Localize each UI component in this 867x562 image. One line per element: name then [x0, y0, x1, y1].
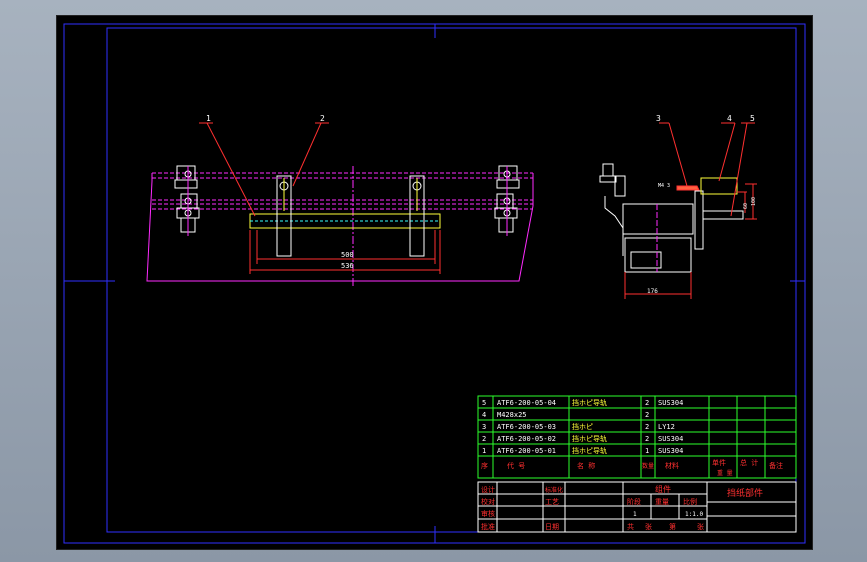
svg-text:校对: 校对 — [481, 497, 495, 506]
svg-text:比例: 比例 — [683, 497, 697, 506]
dim-500: 500 — [341, 251, 354, 259]
bom-row: 5 ATF6-200-05-04 挡ホピ导轨 2 SUS304 — [482, 398, 683, 407]
balloon-4: 4 — [727, 114, 732, 123]
svg-text:SUS304: SUS304 — [658, 435, 683, 443]
leader-1 — [206, 122, 256, 217]
svg-text:挡ホピ导轨: 挡ホピ导轨 — [572, 398, 607, 407]
svg-text:数量: 数量 — [642, 462, 654, 470]
svg-text:阶段: 阶段 — [627, 497, 641, 506]
dim-60: 60 — [743, 203, 749, 209]
bom-row: 3 ATF6-200-05-03 挡ホピ 2 LY12 — [482, 422, 675, 431]
svg-text:重 量: 重 量 — [717, 469, 733, 477]
leader-2 — [292, 122, 322, 187]
svg-text:设计: 设计 — [481, 485, 495, 494]
cad-viewport[interactable]: 500 536 1 2 176 M4 3 100 60 3 4 5 5 ATF6… — [56, 15, 813, 550]
svg-text:1:1.0: 1:1.0 — [685, 511, 703, 518]
svg-text:单件: 单件 — [712, 458, 726, 467]
svg-text:ATF6-200-05-04: ATF6-200-05-04 — [497, 399, 556, 407]
svg-text:LY12: LY12 — [658, 423, 675, 431]
side-view: 176 M4 3 100 60 3 4 5 — [599, 114, 757, 299]
svg-text:SUS304: SUS304 — [658, 399, 683, 407]
svg-text:工艺: 工艺 — [545, 498, 559, 506]
svg-text:总 计: 总 计 — [740, 458, 758, 467]
bom-row: 1 ATF6-200-05-01 挡ホピ导轨 1 SUS304 — [482, 446, 683, 455]
dim-176: 176 — [647, 288, 658, 295]
svg-text:第: 第 — [669, 522, 676, 531]
svg-text:材料: 材料 — [665, 461, 679, 470]
svg-text:共: 共 — [627, 522, 634, 531]
balloon-2: 2 — [320, 114, 325, 123]
bom-row: 2 ATF6-200-05-02 挡ホピ导轨 2 SUS304 — [482, 434, 683, 443]
balloon-1: 1 — [206, 114, 211, 123]
svg-text:ATF6-200-05-03: ATF6-200-05-03 — [497, 423, 556, 431]
svg-text:2: 2 — [645, 423, 649, 431]
svg-text:代 号: 代 号 — [507, 461, 525, 470]
dim-536: 536 — [341, 262, 354, 270]
leader-4 — [718, 122, 736, 182]
svg-text:ATF6-200-05-02: ATF6-200-05-02 — [497, 435, 556, 443]
svg-text:4: 4 — [482, 411, 486, 419]
svg-text:挡ホピ导轨: 挡ホピ导轨 — [572, 434, 607, 443]
dim-100: 100 — [751, 197, 757, 206]
svg-text:标准化: 标准化 — [545, 486, 563, 494]
svg-text:5: 5 — [482, 399, 486, 407]
dim-m4: M4 3 — [658, 183, 670, 189]
svg-text:日期: 日期 — [545, 523, 559, 531]
svg-text:挡ホピ: 挡ホピ — [572, 422, 593, 431]
svg-text:2: 2 — [645, 411, 649, 419]
svg-text:2: 2 — [482, 435, 486, 443]
svg-text:审核: 审核 — [481, 509, 495, 518]
svg-text:重量: 重量 — [655, 498, 669, 506]
svg-text:张: 张 — [697, 522, 704, 531]
svg-text:批准: 批准 — [481, 522, 495, 531]
svg-text:张: 张 — [645, 522, 652, 531]
balloon-5: 5 — [750, 114, 755, 123]
bom-row: 4 M428x25 2 — [482, 411, 649, 419]
svg-text:1: 1 — [633, 511, 637, 518]
svg-text:1: 1 — [645, 447, 649, 455]
bom-header: 序 代 号 名 称 数量 材料 单件 总 计 备注 重 量 — [481, 458, 783, 477]
svg-text:2: 2 — [645, 399, 649, 407]
svg-text:2: 2 — [645, 435, 649, 443]
leader-3 — [668, 122, 688, 187]
svg-text:序: 序 — [481, 461, 488, 470]
outer-sheet-border — [63, 23, 806, 544]
cad-drawing-sheet: 500 536 1 2 176 M4 3 100 60 3 4 5 5 ATF6… — [63, 23, 806, 544]
assembly-label: 组件 — [655, 484, 671, 494]
drawing-title: 挡纸部件 — [727, 487, 763, 499]
svg-text:3: 3 — [482, 423, 486, 431]
svg-text:备注: 备注 — [769, 461, 783, 470]
front-view: 500 536 1 2 — [146, 114, 534, 288]
balloon-3: 3 — [656, 114, 661, 123]
svg-text:1: 1 — [482, 447, 486, 455]
title-block-text: 设计 校对 审核 批准 标准化 工艺 日期 组件 阶段 重量 比例 1 1:1.… — [481, 484, 763, 531]
bom-rows: 5 ATF6-200-05-04 挡ホピ导轨 2 SUS304 4 M428x2… — [481, 398, 783, 477]
svg-text:挡ホピ导轨: 挡ホピ导轨 — [572, 446, 607, 455]
svg-text:名 称: 名 称 — [577, 461, 595, 470]
svg-text:M428x25: M428x25 — [497, 411, 527, 419]
svg-text:ATF6-200-05-01: ATF6-200-05-01 — [497, 447, 556, 455]
svg-text:SUS304: SUS304 — [658, 447, 683, 455]
